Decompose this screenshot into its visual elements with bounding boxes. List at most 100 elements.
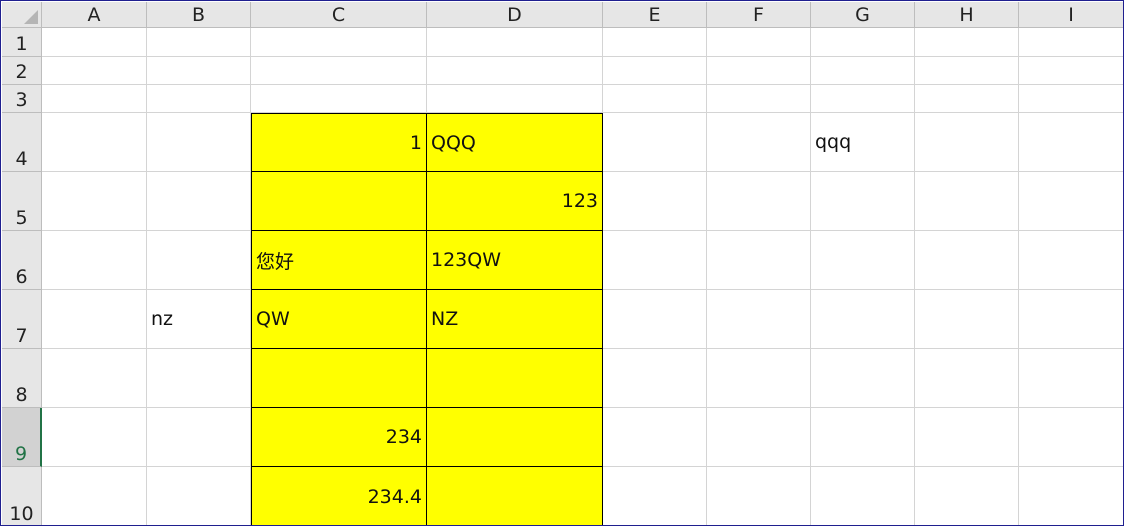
cell-b6[interactable] xyxy=(147,231,251,290)
cell-d7[interactable]: NZ xyxy=(427,290,603,349)
cell-i9[interactable] xyxy=(1019,408,1123,467)
column-header-e[interactable]: E xyxy=(603,2,707,28)
row-header-9[interactable]: 9 xyxy=(2,408,42,467)
cell-g4[interactable]: qqq xyxy=(811,113,915,172)
cell-f4[interactable] xyxy=(707,113,811,172)
cell-i10[interactable] xyxy=(1019,467,1123,525)
cell-h10[interactable] xyxy=(915,467,1019,525)
column-header-h[interactable]: H xyxy=(915,2,1019,28)
cell-b10[interactable] xyxy=(147,467,251,525)
cell-a1[interactable] xyxy=(42,28,147,57)
cell-d2[interactable] xyxy=(427,57,603,85)
cell-g6[interactable] xyxy=(811,231,915,290)
cell-a3[interactable] xyxy=(42,85,147,113)
column-header-b[interactable]: B xyxy=(147,2,251,28)
cell-f9[interactable] xyxy=(707,408,811,467)
cell-g7[interactable] xyxy=(811,290,915,349)
cell-i4[interactable] xyxy=(1019,113,1123,172)
column-header-f[interactable]: F xyxy=(707,2,811,28)
cell-h8[interactable] xyxy=(915,349,1019,408)
cell-i8[interactable] xyxy=(1019,349,1123,408)
cell-i2[interactable] xyxy=(1019,57,1123,85)
cell-e7[interactable] xyxy=(603,290,707,349)
cell-a8[interactable] xyxy=(42,349,147,408)
cell-h9[interactable] xyxy=(915,408,1019,467)
cell-a4[interactable] xyxy=(42,113,147,172)
cell-g1[interactable] xyxy=(811,28,915,57)
cell-a7[interactable] xyxy=(42,290,147,349)
cell-a5[interactable] xyxy=(42,172,147,231)
cell-e10[interactable] xyxy=(603,467,707,525)
cell-d5[interactable]: 123 xyxy=(427,172,603,231)
row-header-4[interactable]: 4 xyxy=(2,113,42,172)
column-header-i[interactable]: I xyxy=(1019,2,1123,28)
cell-i3[interactable] xyxy=(1019,85,1123,113)
row-header-8[interactable]: 8 xyxy=(2,349,42,408)
cell-c3[interactable] xyxy=(251,85,427,113)
cell-b7[interactable]: nz xyxy=(147,290,251,349)
cell-h7[interactable] xyxy=(915,290,1019,349)
cell-h3[interactable] xyxy=(915,85,1019,113)
cell-h2[interactable] xyxy=(915,57,1019,85)
cell-b2[interactable] xyxy=(147,57,251,85)
cell-b8[interactable] xyxy=(147,349,251,408)
row-header-7[interactable]: 7 xyxy=(2,290,42,349)
cell-a2[interactable] xyxy=(42,57,147,85)
cell-g10[interactable] xyxy=(811,467,915,525)
cell-f10[interactable] xyxy=(707,467,811,525)
cell-g9[interactable] xyxy=(811,408,915,467)
cell-g8[interactable] xyxy=(811,349,915,408)
cell-f7[interactable] xyxy=(707,290,811,349)
cell-b9[interactable] xyxy=(147,408,251,467)
cell-f5[interactable] xyxy=(707,172,811,231)
row-header-3[interactable]: 3 xyxy=(2,85,42,113)
cell-d3[interactable] xyxy=(427,85,603,113)
cell-e3[interactable] xyxy=(603,85,707,113)
cell-b5[interactable] xyxy=(147,172,251,231)
cell-e4[interactable] xyxy=(603,113,707,172)
cell-e2[interactable] xyxy=(603,57,707,85)
cell-h4[interactable] xyxy=(915,113,1019,172)
cell-d6[interactable]: 123QW xyxy=(427,231,603,290)
cell-d8[interactable] xyxy=(427,349,603,408)
cell-e9[interactable] xyxy=(603,408,707,467)
cell-f6[interactable] xyxy=(707,231,811,290)
cell-e6[interactable] xyxy=(603,231,707,290)
column-header-c[interactable]: C xyxy=(251,2,427,28)
column-header-d[interactable]: D xyxy=(427,2,603,28)
cell-f3[interactable] xyxy=(707,85,811,113)
cell-h1[interactable] xyxy=(915,28,1019,57)
cell-i1[interactable] xyxy=(1019,28,1123,57)
cell-c6[interactable]: 您好 xyxy=(251,231,427,290)
cell-e8[interactable] xyxy=(603,349,707,408)
cell-c1[interactable] xyxy=(251,28,427,57)
row-header-5[interactable]: 5 xyxy=(2,172,42,231)
cell-i7[interactable] xyxy=(1019,290,1123,349)
cell-f2[interactable] xyxy=(707,57,811,85)
cell-a9[interactable] xyxy=(42,408,147,467)
cell-d1[interactable] xyxy=(427,28,603,57)
cell-i6[interactable] xyxy=(1019,231,1123,290)
cell-d9[interactable] xyxy=(427,408,603,467)
cell-c4[interactable]: 1 xyxy=(251,113,427,172)
cell-c8[interactable] xyxy=(251,349,427,408)
cell-a6[interactable] xyxy=(42,231,147,290)
cell-f8[interactable] xyxy=(707,349,811,408)
cell-g5[interactable] xyxy=(811,172,915,231)
row-header-10[interactable]: 10 xyxy=(2,467,42,525)
cell-c2[interactable] xyxy=(251,57,427,85)
cell-f1[interactable] xyxy=(707,28,811,57)
cell-c7[interactable]: QW xyxy=(251,290,427,349)
select-all-corner[interactable] xyxy=(2,2,42,28)
cell-d10[interactable] xyxy=(427,467,603,525)
cell-i5[interactable] xyxy=(1019,172,1123,231)
cell-b3[interactable] xyxy=(147,85,251,113)
row-header-1[interactable]: 1 xyxy=(2,28,42,57)
cell-h5[interactable] xyxy=(915,172,1019,231)
cell-g3[interactable] xyxy=(811,85,915,113)
cell-h6[interactable] xyxy=(915,231,1019,290)
cell-c9[interactable]: 234 xyxy=(251,408,427,467)
column-header-g[interactable]: G xyxy=(811,2,915,28)
cell-d4[interactable]: QQQ xyxy=(427,113,603,172)
cell-e5[interactable] xyxy=(603,172,707,231)
